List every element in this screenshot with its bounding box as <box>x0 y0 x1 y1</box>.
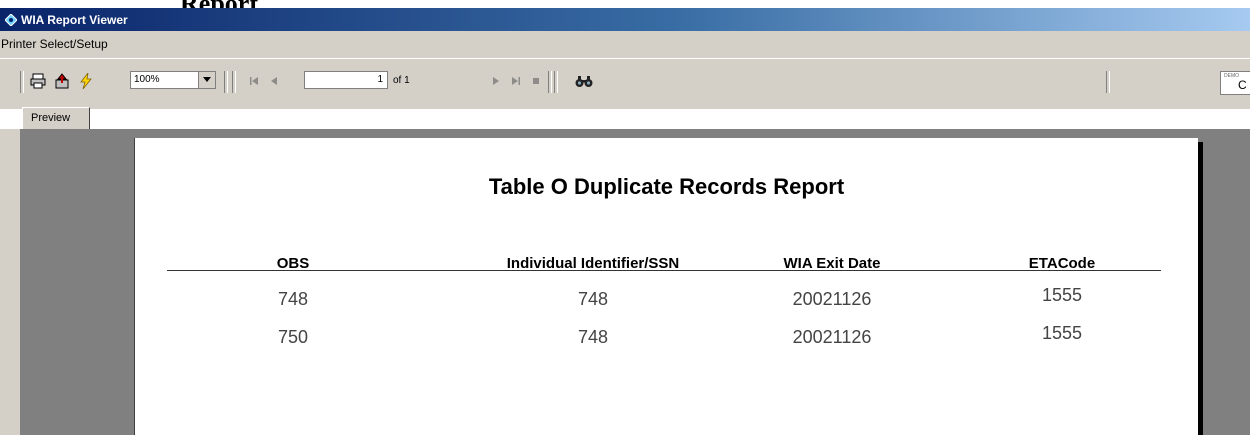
status-field: DEMO C <box>1220 71 1250 95</box>
window-title: WIA Report Viewer <box>21 12 128 27</box>
stop-icon[interactable] <box>526 71 546 91</box>
toolbar-separator <box>20 71 24 93</box>
cell-obs: 750 <box>277 327 309 347</box>
last-page-icon[interactable] <box>506 71 526 91</box>
menu-bar: Printer Select/Setup <box>0 31 1250 58</box>
status-field-value: C <box>1238 78 1247 92</box>
next-page-icon[interactable] <box>486 71 506 91</box>
chevron-down-icon[interactable] <box>198 72 215 88</box>
cell-exit-date: 20021126 <box>792 327 872 347</box>
app-icon <box>5 13 17 26</box>
report-viewer-window: Report WIA Report Viewer Printer Select/… <box>0 0 1250 435</box>
preview-canvas[interactable]: Table O Duplicate Records Report OBS Ind… <box>20 129 1250 435</box>
toolbar-separator <box>1106 71 1110 93</box>
toolbar: 100% 1 of 1 DEMO C <box>0 58 1250 109</box>
preview-area: Table O Duplicate Records Report OBS Ind… <box>0 129 1250 435</box>
status-field-caption: DEMO <box>1224 73 1239 79</box>
export-icon[interactable] <box>52 71 72 91</box>
cell-identifier: 748 <box>577 289 609 309</box>
cell-etacode: 1555 <box>1041 285 1083 305</box>
cell-identifier: 748 <box>577 327 609 347</box>
report-page: Table O Duplicate Records Report OBS Ind… <box>134 138 1198 435</box>
toolbar-separator <box>548 71 552 93</box>
cell-etacode: 1555 <box>1041 323 1083 343</box>
toolbar-separator <box>224 71 228 93</box>
print-icon[interactable] <box>28 71 48 91</box>
toolbar-separator <box>232 71 236 93</box>
refresh-icon[interactable] <box>76 71 96 91</box>
menu-item-printer-setup[interactable]: Printer Select/Setup <box>1 37 108 51</box>
report-title: Table O Duplicate Records Report <box>488 174 845 199</box>
page-number-input[interactable]: 1 <box>304 71 388 89</box>
header-divider <box>167 270 1161 271</box>
prev-page-icon[interactable] <box>264 71 284 91</box>
first-page-icon[interactable] <box>244 71 264 91</box>
zoom-select[interactable]: 100% <box>130 71 216 89</box>
search-icon[interactable] <box>574 71 594 91</box>
title-bar[interactable]: WIA Report Viewer <box>0 8 1250 31</box>
tab-preview[interactable]: Preview <box>22 107 90 129</box>
cell-exit-date: 20021126 <box>792 289 872 309</box>
page-count-label: of 1 <box>393 75 410 86</box>
cell-obs: 748 <box>277 289 309 309</box>
zoom-value: 100% <box>134 74 160 85</box>
toolbar-separator <box>554 71 558 93</box>
